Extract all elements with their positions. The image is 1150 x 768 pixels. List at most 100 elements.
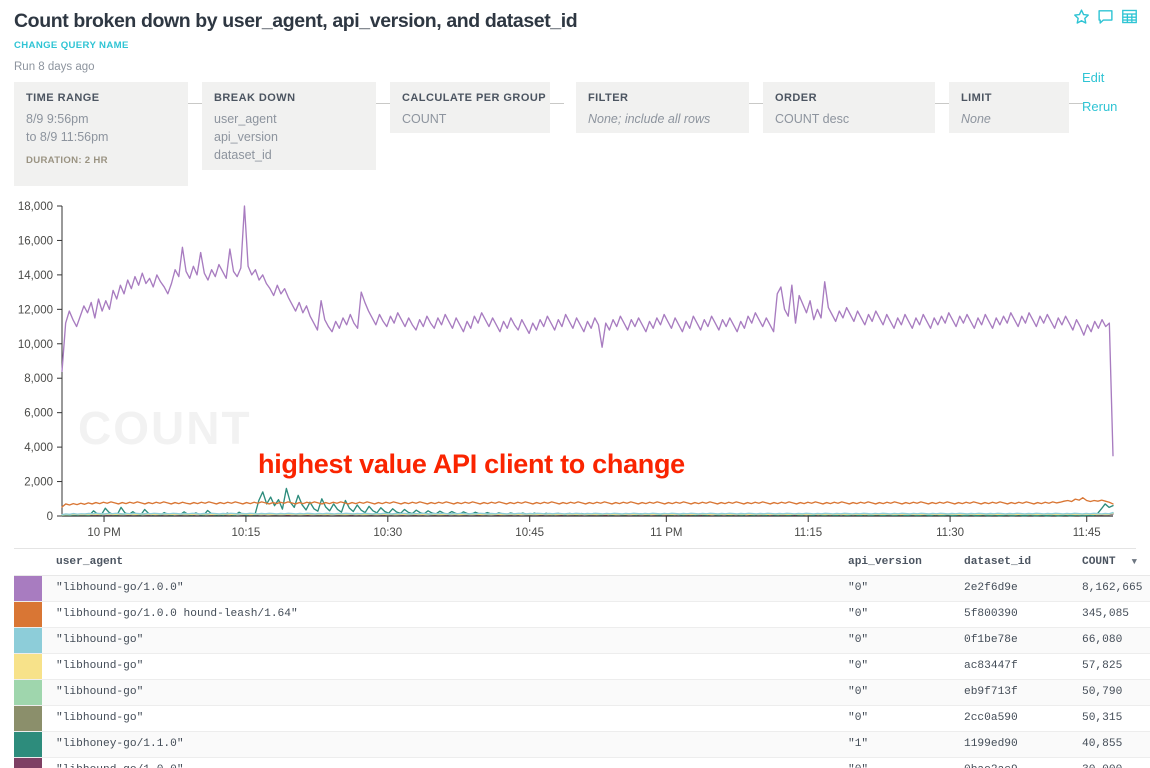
page-title: Count broken down by user_agent, api_ver… bbox=[14, 8, 1136, 34]
col-count[interactable]: COUNT▼ bbox=[1082, 549, 1150, 575]
query-summary-cards: TIME RANGE 8/9 9:56pm to 8/9 11:56pm DUR… bbox=[0, 82, 1150, 186]
comment-icon[interactable] bbox=[1097, 8, 1114, 25]
edit-query-link[interactable]: Edit bbox=[1082, 70, 1117, 85]
series-color-swatch bbox=[14, 653, 42, 679]
cell-dataset-id: 1199ed90 bbox=[964, 731, 1082, 757]
y-tick-label: 16,000 bbox=[18, 235, 53, 247]
cell-count: 345,085 bbox=[1082, 601, 1150, 627]
cell-dataset-id: 0f1be78e bbox=[964, 627, 1082, 653]
x-tick-label: 11:15 bbox=[794, 527, 822, 539]
cell-dataset-id: ac83447f bbox=[964, 653, 1082, 679]
table-row[interactable]: "libhound-go""0"0f1be78e66,080 bbox=[14, 627, 1150, 653]
col-user-agent[interactable]: user_agent bbox=[42, 549, 848, 575]
page-header: Count broken down by user_agent, api_ver… bbox=[0, 0, 1150, 73]
cell-api-version: "0" bbox=[848, 601, 964, 627]
col-api-version[interactable]: api_version bbox=[848, 549, 964, 575]
series-color-swatch bbox=[14, 575, 42, 601]
query-card-limit[interactable]: LIMIT None bbox=[949, 82, 1069, 133]
cell-user-agent: "libhound-go" bbox=[42, 653, 848, 679]
series-color-swatch bbox=[14, 601, 42, 627]
cell-dataset-id: 5f800390 bbox=[964, 601, 1082, 627]
card-connector bbox=[749, 103, 763, 104]
card-label: CALCULATE PER GROUP bbox=[402, 92, 538, 104]
card-value-line: api_version bbox=[214, 128, 364, 146]
table-header-row: user_agent api_version dataset_id COUNT▼ bbox=[14, 549, 1150, 575]
series-color-swatch bbox=[14, 627, 42, 653]
y-tick-label: 0 bbox=[47, 511, 53, 523]
change-query-name-link[interactable]: CHANGE QUERY NAME bbox=[14, 40, 129, 51]
cell-count: 8,162,665 bbox=[1082, 575, 1150, 601]
table-row[interactable]: "libhound-go/1.0.0 hound-leash/1.64""0"5… bbox=[14, 601, 1150, 627]
cell-dataset-id: 2cc0a590 bbox=[964, 705, 1082, 731]
series-color-swatch bbox=[14, 757, 42, 768]
cell-dataset-id: eb9f713f bbox=[964, 679, 1082, 705]
table-row[interactable]: "libhound-go""0"eb9f713f50,790 bbox=[14, 679, 1150, 705]
x-tick-label: 10:15 bbox=[232, 527, 261, 539]
count-line-chart[interactable]: 02,0004,0006,0008,00010,00012,00014,0001… bbox=[0, 196, 1150, 546]
results-table-body: "libhound-go/1.0.0""0"2e2f6d9e8,162,665"… bbox=[14, 575, 1150, 768]
chart-series-line[interactable] bbox=[62, 498, 1113, 507]
col-count-label: COUNT bbox=[1082, 556, 1116, 568]
card-label: FILTER bbox=[588, 92, 737, 104]
x-tick-label: 10:45 bbox=[515, 527, 544, 539]
card-label: TIME RANGE bbox=[26, 92, 176, 104]
cell-count: 30,000 bbox=[1082, 757, 1150, 768]
query-card-filter[interactable]: FILTER None; include all rows bbox=[576, 82, 749, 133]
card-value-line: to 8/9 11:56pm bbox=[26, 128, 176, 146]
card-value-line: dataset_id bbox=[214, 146, 364, 164]
cell-api-version: "0" bbox=[848, 653, 964, 679]
query-card-order[interactable]: ORDER COUNT desc bbox=[763, 82, 935, 133]
cell-api-version: "0" bbox=[848, 679, 964, 705]
cell-api-version: "0" bbox=[848, 705, 964, 731]
table-row[interactable]: "libhoney-go/1.1.0""1"1199ed9040,855 bbox=[14, 731, 1150, 757]
y-tick-label: 12,000 bbox=[18, 304, 53, 316]
query-actions: Edit Rerun bbox=[1082, 70, 1117, 114]
cell-count: 40,855 bbox=[1082, 731, 1150, 757]
table-row[interactable]: "libhound-go/1.0.0""0"0bae2ac930,000 bbox=[14, 757, 1150, 768]
cell-count: 57,825 bbox=[1082, 653, 1150, 679]
x-tick-label: 10:30 bbox=[373, 527, 402, 539]
query-card-break-down[interactable]: BREAK DOWN user_agent api_version datase… bbox=[202, 82, 376, 170]
header-icon-group bbox=[1073, 8, 1138, 25]
card-value-line: COUNT bbox=[402, 110, 538, 128]
card-connector bbox=[1069, 103, 1083, 104]
cell-user-agent: "libhound-go/1.0.0" bbox=[42, 757, 848, 768]
y-tick-label: 14,000 bbox=[18, 270, 53, 282]
x-tick-label: 10 PM bbox=[87, 527, 120, 539]
col-dataset-id[interactable]: dataset_id bbox=[964, 549, 1082, 575]
series-color-swatch bbox=[14, 705, 42, 731]
star-icon[interactable] bbox=[1073, 8, 1090, 25]
run-timestamp: Run 8 days ago bbox=[14, 61, 1136, 73]
x-tick-label: 11:30 bbox=[936, 527, 964, 539]
table-row[interactable]: "libhound-go""0"ac83447f57,825 bbox=[14, 653, 1150, 679]
cell-count: 50,790 bbox=[1082, 679, 1150, 705]
cell-user-agent: "libhound-go/1.0.0 hound-leash/1.64" bbox=[42, 601, 848, 627]
cell-user-agent: "libhoney-go/1.1.0" bbox=[42, 731, 848, 757]
card-connector bbox=[935, 103, 949, 104]
cell-api-version: "0" bbox=[848, 627, 964, 653]
results-table: user_agent api_version dataset_id COUNT▼… bbox=[14, 549, 1150, 768]
sort-desc-caret: ▼ bbox=[1116, 557, 1137, 567]
results-table-container: user_agent api_version dataset_id COUNT▼… bbox=[14, 548, 1136, 768]
card-value-line: None; include all rows bbox=[588, 110, 737, 128]
table-row[interactable]: "libhound-go/1.0.0""0"2e2f6d9e8,162,665 bbox=[14, 575, 1150, 601]
rerun-query-link[interactable]: Rerun bbox=[1082, 99, 1117, 114]
cell-user-agent: "libhound-go" bbox=[42, 627, 848, 653]
cell-api-version: "0" bbox=[848, 575, 964, 601]
chart-series-line[interactable] bbox=[62, 206, 1113, 456]
card-value-line: 8/9 9:56pm bbox=[26, 110, 176, 128]
cell-api-version: "1" bbox=[848, 731, 964, 757]
query-card-calculate-per-group[interactable]: CALCULATE PER GROUP COUNT bbox=[390, 82, 550, 133]
y-tick-label: 2,000 bbox=[24, 477, 53, 489]
y-tick-label: 8,000 bbox=[24, 373, 53, 385]
table-icon[interactable] bbox=[1121, 8, 1138, 25]
results-table-head: user_agent api_version dataset_id COUNT▼ bbox=[14, 549, 1150, 575]
cell-user-agent: "libhound-go" bbox=[42, 705, 848, 731]
table-row[interactable]: "libhound-go""0"2cc0a59050,315 bbox=[14, 705, 1150, 731]
card-connector bbox=[188, 103, 202, 104]
y-tick-label: 10,000 bbox=[18, 339, 53, 351]
y-tick-label: 18,000 bbox=[18, 201, 53, 213]
query-card-time-range[interactable]: TIME RANGE 8/9 9:56pm to 8/9 11:56pm DUR… bbox=[14, 82, 188, 186]
cell-dataset-id: 0bae2ac9 bbox=[964, 757, 1082, 768]
card-connector bbox=[550, 103, 564, 104]
